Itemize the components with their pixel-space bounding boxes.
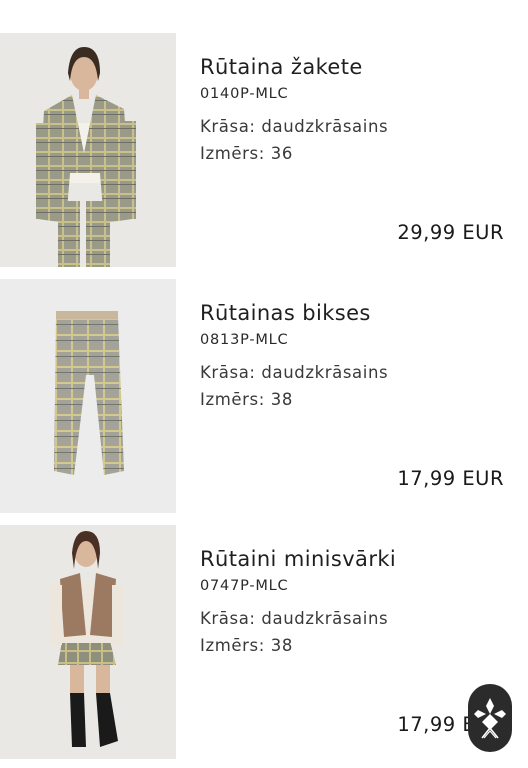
product-sku: 0747P-MLC bbox=[200, 578, 289, 594]
product-price: 29,99 EUR bbox=[397, 221, 504, 244]
product-color: Krāsa: daudzkrāsains bbox=[200, 609, 389, 628]
product-title[interactable]: Rūtaina žakete bbox=[200, 53, 508, 81]
product-color: Krāsa: daudzkrāsains bbox=[200, 363, 389, 382]
product-title[interactable]: Rūtaini minisvārki bbox=[200, 545, 508, 573]
product-color: Krāsa: daudzkrāsains bbox=[200, 117, 389, 136]
product-image-trousers[interactable] bbox=[0, 279, 176, 513]
product-sku: 0813P-MLC bbox=[200, 332, 289, 348]
cart-list: Rūtaina žakete 0140P-MLC Krāsa: daudzkrā… bbox=[0, 0, 528, 768]
product-size: Izmērs: 38 bbox=[200, 390, 293, 409]
chat-assistant-button[interactable] bbox=[468, 684, 512, 752]
cart-item: Rūtaini minisvārki 0747P-MLC Krāsa: daud… bbox=[0, 525, 528, 759]
cart-item: Rūtaina žakete 0140P-MLC Krāsa: daudzkrā… bbox=[0, 33, 528, 267]
product-title[interactable]: Rūtainas bikses bbox=[200, 299, 508, 327]
product-price: 17,99 EUR bbox=[397, 467, 504, 490]
cart-item: Rūtainas bikses 0813P-MLC Krāsa: daudzkr… bbox=[0, 279, 528, 513]
chat-assistant-icon bbox=[474, 698, 506, 739]
product-size: Izmērs: 36 bbox=[200, 144, 293, 163]
product-image-blazer[interactable] bbox=[0, 33, 176, 267]
product-size: Izmērs: 38 bbox=[200, 636, 293, 655]
product-sku: 0140P-MLC bbox=[200, 86, 289, 102]
product-image-miniskirt[interactable] bbox=[0, 525, 176, 759]
